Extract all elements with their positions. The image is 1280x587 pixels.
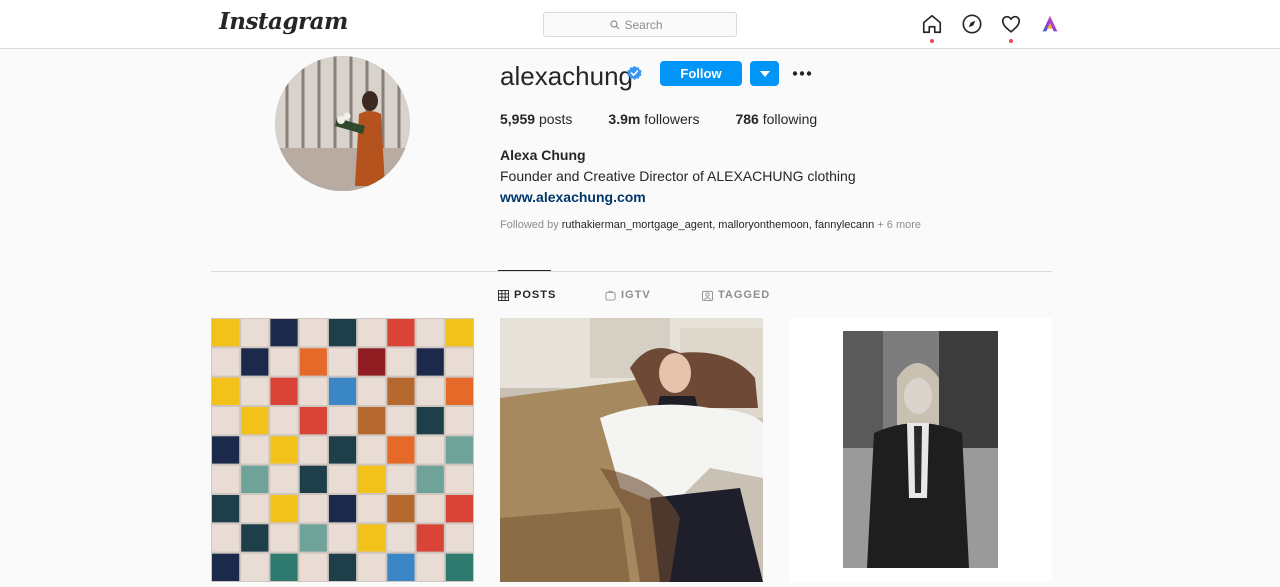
followed-by-prefix: Followed by xyxy=(500,219,559,231)
profile-menu-button[interactable] xyxy=(1039,13,1061,35)
following-count-value: 786 xyxy=(735,111,759,127)
tab-tagged-label: TAGGED xyxy=(718,289,771,301)
posts-count: 5,959 posts xyxy=(500,111,572,127)
tab-igtv-label: IGTV xyxy=(621,289,651,301)
post-thumbnail[interactable] xyxy=(211,318,474,582)
followers-count-value: 3.9m xyxy=(608,111,641,127)
black-and-white-portrait-photo xyxy=(789,318,1052,582)
tab-posts[interactable]: POSTS xyxy=(498,289,556,301)
grid-icon xyxy=(498,289,509,301)
activity-button[interactable] xyxy=(1000,13,1022,43)
tabs-divider xyxy=(211,271,1052,272)
more-options-button[interactable] xyxy=(790,63,814,83)
notification-dot xyxy=(930,39,934,43)
search-box[interactable] xyxy=(543,12,737,37)
profile-avatar-icon xyxy=(1042,15,1058,32)
followed-by-names[interactable]: ruthakierman_mortgage_agent, malloryonth… xyxy=(562,219,874,231)
ellipsis-icon xyxy=(792,70,812,76)
search-icon xyxy=(609,19,619,29)
profile-username: alexachung xyxy=(500,61,633,91)
following-count-link[interactable]: 786 following xyxy=(735,111,817,127)
explore-button[interactable] xyxy=(961,13,983,35)
search-input[interactable] xyxy=(624,17,671,32)
igtv-icon xyxy=(605,290,616,301)
profile-stats: 5,959 posts 3.9m followers 786 following xyxy=(500,111,817,127)
suggested-accounts-dropdown-button[interactable] xyxy=(750,61,779,86)
posts-count-value: 5,959 xyxy=(500,111,536,127)
followers-count-link[interactable]: 3.9m followers xyxy=(608,111,699,127)
patchwork-quilt-photo xyxy=(211,318,474,582)
tab-tagged[interactable]: TAGGED xyxy=(702,289,770,301)
followed-by-more[interactable]: + 6 more xyxy=(877,219,921,231)
profile-photo xyxy=(275,56,410,191)
woman-at-table-photo xyxy=(500,318,763,582)
verified-badge-icon xyxy=(627,65,642,80)
tagged-icon xyxy=(702,290,713,301)
followed-by-line[interactable]: Followed by ruthakierman_mortgage_agent,… xyxy=(500,219,921,231)
home-icon xyxy=(922,14,942,34)
active-tab-indicator xyxy=(498,270,551,271)
profile-full-name: Alexa Chung xyxy=(500,147,586,163)
tab-igtv[interactable]: IGTV xyxy=(605,289,651,301)
follow-button[interactable]: Follow xyxy=(660,61,742,86)
profile-bio: Founder and Creative Director of ALEXACH… xyxy=(500,168,856,184)
post-thumbnail[interactable] xyxy=(789,318,1052,582)
following-count-label: following xyxy=(762,111,818,127)
home-button[interactable] xyxy=(921,13,943,43)
post-thumbnail[interactable] xyxy=(500,318,763,582)
followers-count-label: followers xyxy=(644,111,700,127)
activity-heart-icon xyxy=(1001,15,1021,33)
tab-posts-label: POSTS xyxy=(514,289,557,301)
notification-dot xyxy=(1009,39,1013,43)
profile-website-link[interactable]: www.alexachung.com xyxy=(500,189,646,205)
profile-avatar[interactable] xyxy=(275,56,410,191)
posts-count-label: posts xyxy=(538,111,573,127)
instagram-logo[interactable]: Instagram xyxy=(219,8,348,35)
chevron-down-icon xyxy=(759,70,770,77)
explore-compass-icon xyxy=(962,14,982,34)
top-navigation-bar: Instagram xyxy=(0,0,1280,49)
